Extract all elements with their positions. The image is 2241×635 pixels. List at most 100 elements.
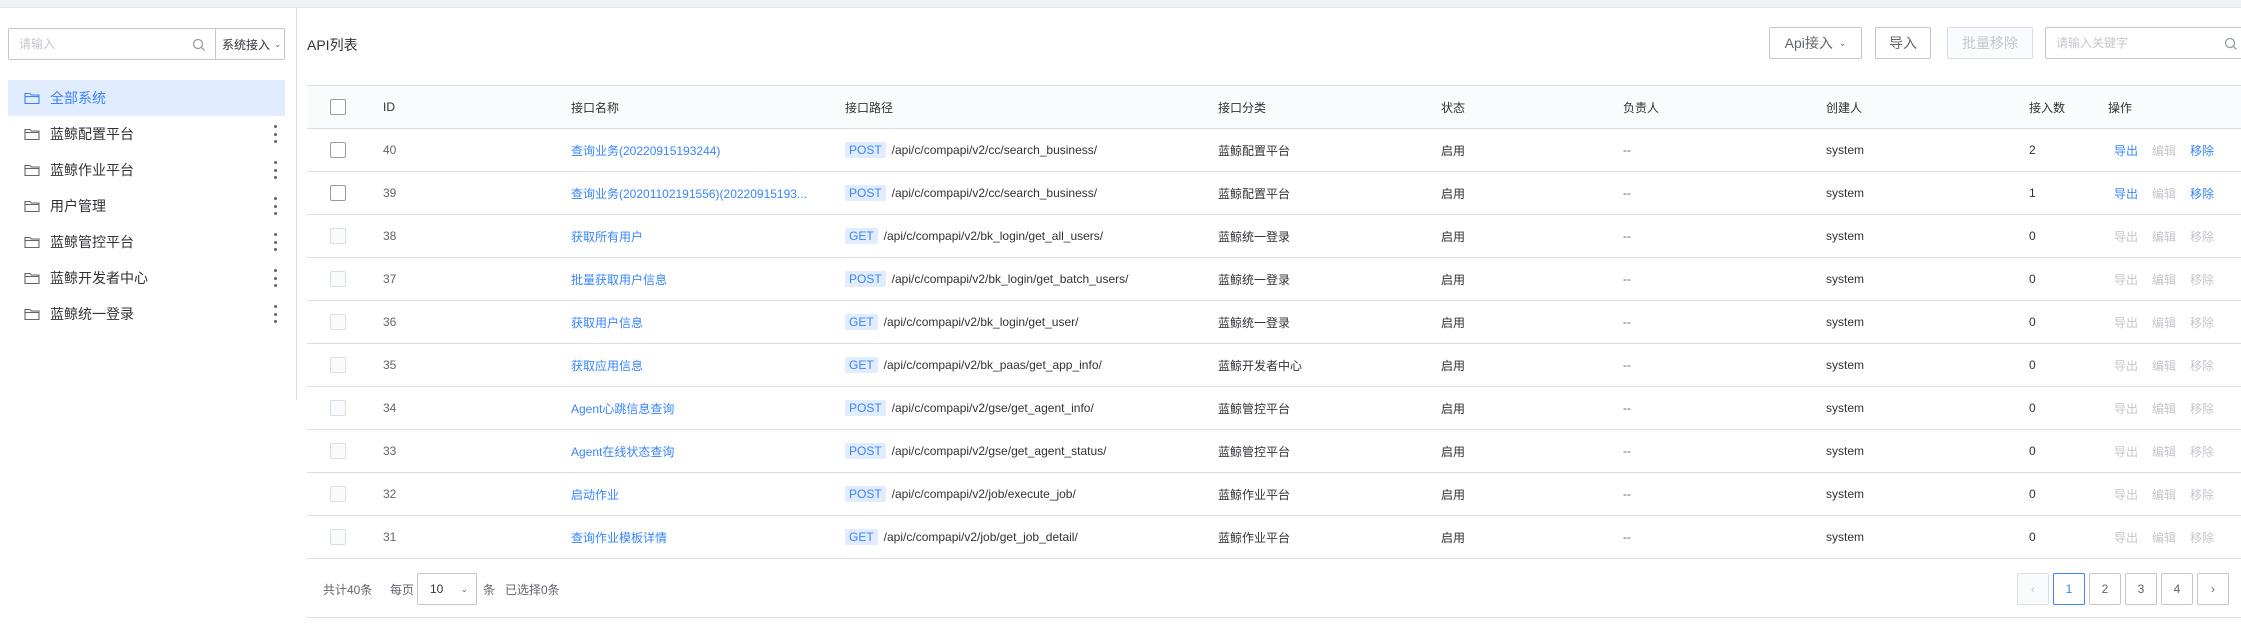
api-access-count: 0 (2029, 315, 2036, 329)
api-access-count: 0 (2029, 487, 2036, 501)
api-path: /api/c/compapi/v2/job/get_job_detail/ (883, 530, 1078, 544)
api-access-label: Api接入 (1784, 35, 1833, 51)
export-link[interactable]: 导出 (2114, 357, 2138, 374)
more-vertical-icon[interactable] (273, 233, 277, 251)
edit-link[interactable]: 编辑 (2152, 400, 2176, 417)
page-button-3[interactable]: 3 (2125, 573, 2157, 605)
page-size-select[interactable]: 10 ⌄ (417, 573, 477, 605)
sidebar-item-6[interactable]: 蓝鲸统一登录 (8, 296, 285, 332)
page-button-1[interactable]: 1 (2053, 573, 2085, 605)
remove-link[interactable]: 移除 (2190, 357, 2214, 374)
api-owner: -- (1623, 272, 1631, 286)
sidebar-item-label: 蓝鲸统一登录 (50, 306, 134, 322)
api-creator: system (1826, 143, 1865, 157)
next-page-button[interactable]: › (2197, 573, 2229, 605)
row-checkbox[interactable] (330, 314, 346, 330)
export-link[interactable]: 导出 (2114, 486, 2138, 503)
api-access-count: 0 (2029, 358, 2036, 372)
export-link[interactable]: 导出 (2114, 314, 2138, 331)
prev-page-button[interactable]: ‹ (2017, 573, 2049, 605)
remove-link[interactable]: 移除 (2190, 185, 2214, 202)
folder-icon (24, 200, 40, 213)
export-link[interactable]: 导出 (2114, 400, 2138, 417)
export-link[interactable]: 导出 (2114, 443, 2138, 460)
api-name-link[interactable]: 查询作业模板详情 (571, 516, 667, 558)
row-checkbox[interactable] (330, 228, 346, 244)
select-all-checkbox[interactable] (330, 99, 346, 115)
edit-link[interactable]: 编辑 (2152, 228, 2176, 245)
api-access-count: 0 (2029, 401, 2036, 415)
api-name-link[interactable]: 获取所有用户 (571, 215, 643, 257)
remove-link[interactable]: 移除 (2190, 400, 2214, 417)
row-checkbox[interactable] (330, 443, 346, 459)
system-type-select[interactable]: 系统接入 ⌄ (215, 28, 285, 60)
row-checkbox[interactable] (330, 142, 346, 158)
row-checkbox[interactable] (330, 529, 346, 545)
remove-link[interactable]: 移除 (2190, 443, 2214, 460)
api-name-link[interactable]: 获取用户信息 (571, 301, 643, 343)
api-name-link[interactable]: 启动作业 (571, 473, 619, 515)
edit-link[interactable]: 编辑 (2152, 486, 2176, 503)
export-link[interactable]: 导出 (2114, 529, 2138, 546)
api-path: /api/c/compapi/v2/job/execute_job/ (891, 487, 1076, 501)
sidebar-item-label: 用户管理 (50, 198, 106, 214)
api-path-cell: GET/api/c/compapi/v2/job/get_job_detail/ (845, 516, 1078, 558)
keyword-search-input[interactable] (2046, 28, 2241, 58)
edit-link[interactable]: 编辑 (2152, 185, 2176, 202)
row-select-cell (330, 129, 346, 171)
sidebar-item-0[interactable]: 全部系统 (8, 80, 285, 116)
row-checkbox[interactable] (330, 271, 346, 287)
edit-link[interactable]: 编辑 (2152, 529, 2176, 546)
more-vertical-icon[interactable] (273, 125, 277, 143)
api-status: 启用 (1441, 530, 1466, 545)
sidebar-item-2[interactable]: 蓝鲸作业平台 (8, 152, 285, 188)
batch-remove-button[interactable]: 批量移除 (1947, 27, 2033, 59)
row-select-cell (330, 344, 346, 386)
sidebar-item-3[interactable]: 用户管理 (8, 188, 285, 224)
sidebar-item-4[interactable]: 蓝鲸管控平台 (8, 224, 285, 260)
import-button[interactable]: 导入 (1875, 27, 1931, 59)
remove-link[interactable]: 移除 (2190, 529, 2214, 546)
export-link[interactable]: 导出 (2114, 271, 2138, 288)
sidebar-item-1[interactable]: 蓝鲸配置平台 (8, 116, 285, 152)
api-name-link[interactable]: Agent在线状态查询 (571, 430, 674, 472)
sidebar-search-input[interactable] (9, 29, 215, 59)
row-checkbox[interactable] (330, 357, 346, 373)
remove-link[interactable]: 移除 (2190, 314, 2214, 331)
remove-link[interactable]: 移除 (2190, 228, 2214, 245)
row-checkbox[interactable] (330, 486, 346, 502)
row-checkbox[interactable] (330, 185, 346, 201)
keyword-search-box (2045, 27, 2241, 59)
more-vertical-icon[interactable] (273, 269, 277, 287)
more-vertical-icon[interactable] (273, 197, 277, 215)
more-vertical-icon[interactable] (273, 161, 277, 179)
edit-link[interactable]: 编辑 (2152, 142, 2176, 159)
remove-link[interactable]: 移除 (2190, 271, 2214, 288)
api-name-link[interactable]: 查询业务(20220915193244) (571, 129, 720, 171)
export-link[interactable]: 导出 (2114, 185, 2138, 202)
row-checkbox[interactable] (330, 400, 346, 416)
api-creator: system (1826, 186, 1865, 200)
sidebar-item-5[interactable]: 蓝鲸开发者中心 (8, 260, 285, 296)
edit-link[interactable]: 编辑 (2152, 443, 2176, 460)
page-button-4[interactable]: 4 (2161, 573, 2193, 605)
api-name-link[interactable]: 获取应用信息 (571, 344, 643, 386)
sidebar-search-box (8, 28, 215, 60)
page-button-2[interactable]: 2 (2089, 573, 2121, 605)
edit-link[interactable]: 编辑 (2152, 314, 2176, 331)
edit-link[interactable]: 编辑 (2152, 271, 2176, 288)
remove-link[interactable]: 移除 (2190, 142, 2214, 159)
api-creator: system (1826, 530, 1865, 544)
search-icon[interactable] (2223, 36, 2239, 52)
export-link[interactable]: 导出 (2114, 228, 2138, 245)
edit-link[interactable]: 编辑 (2152, 357, 2176, 374)
remove-link[interactable]: 移除 (2190, 486, 2214, 503)
batch-remove-label: 批量移除 (1962, 35, 2018, 51)
api-name-link[interactable]: 批量获取用户信息 (571, 258, 667, 300)
export-link[interactable]: 导出 (2114, 142, 2138, 159)
api-access-button[interactable]: Api接入 ⌄ (1769, 27, 1862, 59)
api-name-link[interactable]: Agent心跳信息查询 (571, 387, 674, 429)
api-name-link[interactable]: 查询业务(20201102191556)(20220915193... (571, 172, 807, 214)
more-vertical-icon[interactable] (273, 305, 277, 323)
search-icon[interactable] (191, 37, 207, 53)
